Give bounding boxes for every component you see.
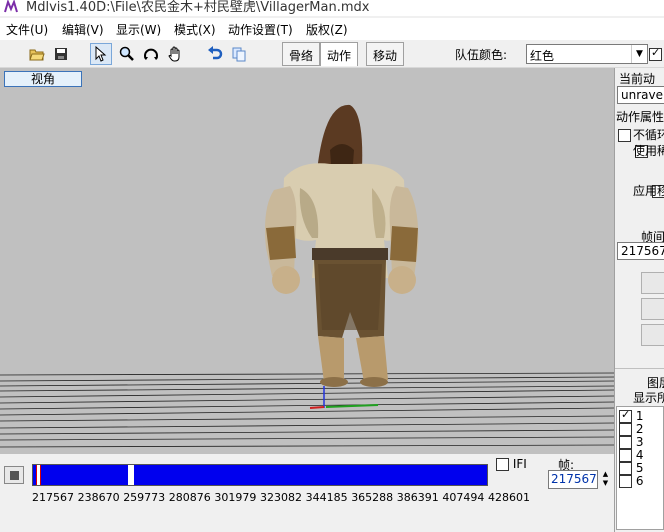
apply-move-label: 应用移 — [633, 184, 664, 198]
copy-icon — [232, 47, 246, 62]
no-loop-label: 不循环 — [633, 128, 664, 142]
save-button[interactable] — [50, 43, 72, 65]
zoom-tool-button[interactable] — [116, 43, 138, 65]
use-rarity-label: 使用稀 — [633, 144, 664, 158]
zoom-icon — [119, 46, 134, 61]
panel-button-2[interactable] — [641, 298, 664, 320]
layer-item[interactable]: 6 — [619, 474, 643, 488]
layer-item[interactable]: 3 — [619, 435, 643, 449]
timeline-tick-label: 259773 — [123, 491, 166, 504]
layer-item[interactable]: 2 — [619, 422, 643, 436]
window-title: Mdlvis1.40D:\File\农民金木+村民壁虎\VillagerMan.… — [26, 0, 370, 15]
timeline-cursor[interactable] — [36, 465, 41, 485]
tab-bones[interactable]: 骨络 — [282, 42, 321, 66]
tab-move[interactable]: 移动 — [366, 42, 405, 66]
undo-icon — [208, 46, 223, 60]
layer-checkbox[interactable] — [619, 475, 632, 488]
ground-grid — [0, 372, 614, 448]
timeline-keyframe-marker[interactable] — [127, 465, 135, 485]
menu-edit[interactable]: 编辑(V) — [62, 21, 104, 38]
chevron-down-icon: ▼ — [631, 45, 647, 63]
layer-item[interactable]: 1 — [619, 408, 644, 423]
timeline-tick-label: 301979 — [214, 491, 257, 504]
layer-label: 6 — [635, 474, 644, 488]
timeline-tick-label: 365288 — [351, 491, 394, 504]
undo-button[interactable] — [204, 43, 226, 65]
menu-bar: 文件(U) 编辑(V) 显示(W) 模式(X) 动作设置(T) 版权(Z) — [0, 18, 664, 40]
timeline-tick-label: 323082 — [260, 491, 302, 504]
timeline-tick-label: 428601 — [488, 491, 530, 504]
ifi-label: IFI — [512, 457, 527, 471]
layer-item[interactable]: 4 — [619, 448, 643, 462]
anim-props-label: 动作属性 — [616, 110, 664, 124]
timeline-tick-label: 238670 — [77, 491, 120, 504]
rotate-tool-button[interactable] — [140, 43, 162, 65]
menu-mode[interactable]: 模式(X) — [174, 21, 216, 38]
title-bar: Mdlvis1.40D:\File\农民金木+村民壁虎\VillagerMan.… — [0, 0, 664, 16]
open-folder-icon — [29, 49, 45, 61]
x-axis — [309, 406, 325, 409]
play-button[interactable] — [4, 466, 24, 484]
open-button[interactable] — [26, 43, 48, 65]
model-viewport[interactable]: 视角 — [0, 68, 614, 454]
frame-spinner[interactable]: ▲ ▼ — [599, 470, 612, 489]
no-loop-checkbox[interactable] — [618, 129, 631, 142]
rotate-icon — [144, 48, 158, 60]
select-tool-button[interactable] — [90, 43, 112, 65]
properties-panel: 当前动 unravel 动作属性 不循环 使用稀 应用移 帧间 217567 图… — [614, 68, 664, 532]
layer-label: 3 — [635, 435, 644, 449]
timeline-tick-label: 280876 — [168, 491, 211, 504]
app-logo-icon — [4, 0, 18, 14]
select-arrow-icon — [95, 46, 107, 62]
divider — [615, 368, 664, 369]
current-anim-label: 当前动 — [619, 72, 656, 86]
pan-hand-icon — [168, 46, 180, 62]
timeline-tick-label: 407494 — [442, 491, 485, 504]
timeline-tick-label: 386391 — [396, 491, 439, 504]
frame-input[interactable]: 217567 — [548, 470, 598, 489]
layer-item[interactable]: 5 — [619, 461, 643, 475]
layer-list: 1 2 3 4 5 6 — [616, 406, 664, 530]
timeline-tick-label: 344185 — [305, 491, 348, 504]
menu-anim-settings[interactable]: 动作设置(T) — [228, 21, 293, 38]
timeline-track[interactable] — [32, 464, 488, 486]
menu-copyright[interactable]: 版权(Z) — [306, 21, 348, 38]
villager-model — [265, 104, 419, 387]
layer-label: 1 — [635, 409, 644, 423]
save-icon — [55, 48, 67, 60]
layer-label: 2 — [635, 422, 644, 436]
tab-animation[interactable]: 动作 — [320, 42, 359, 66]
timeline-tick-label: 217567 — [32, 491, 74, 504]
pan-tool-button[interactable] — [164, 43, 186, 65]
interval-field[interactable]: 217567 — [617, 242, 664, 260]
anim-name-field[interactable]: unravel — [617, 86, 664, 104]
stop-icon — [9, 470, 19, 480]
panel-button-1[interactable] — [641, 272, 664, 294]
team-color-select[interactable]: 红色 ▼ — [526, 44, 648, 64]
show-all-label: 显示所 — [633, 391, 664, 405]
panel-button-3[interactable] — [641, 324, 664, 346]
menu-view[interactable]: 显示(W) — [116, 21, 161, 38]
team-color-value: 红色 — [530, 49, 555, 63]
viewport-scene — [0, 104, 614, 448]
menu-file[interactable]: 文件(U) — [6, 21, 48, 38]
ifi-checkbox[interactable] — [496, 458, 509, 471]
toolbar-checkbox[interactable] — [649, 46, 662, 61]
ifi-option[interactable]: IFI — [496, 457, 527, 471]
team-color-label: 队伍颜色: — [455, 48, 508, 62]
timeline-panel: 217567 238670 259773 280876 301979 323082 3441… — [0, 454, 614, 532]
layer-label: 4 — [635, 448, 644, 462]
copy-button[interactable] — [228, 43, 250, 65]
layer-label: 5 — [635, 461, 644, 475]
